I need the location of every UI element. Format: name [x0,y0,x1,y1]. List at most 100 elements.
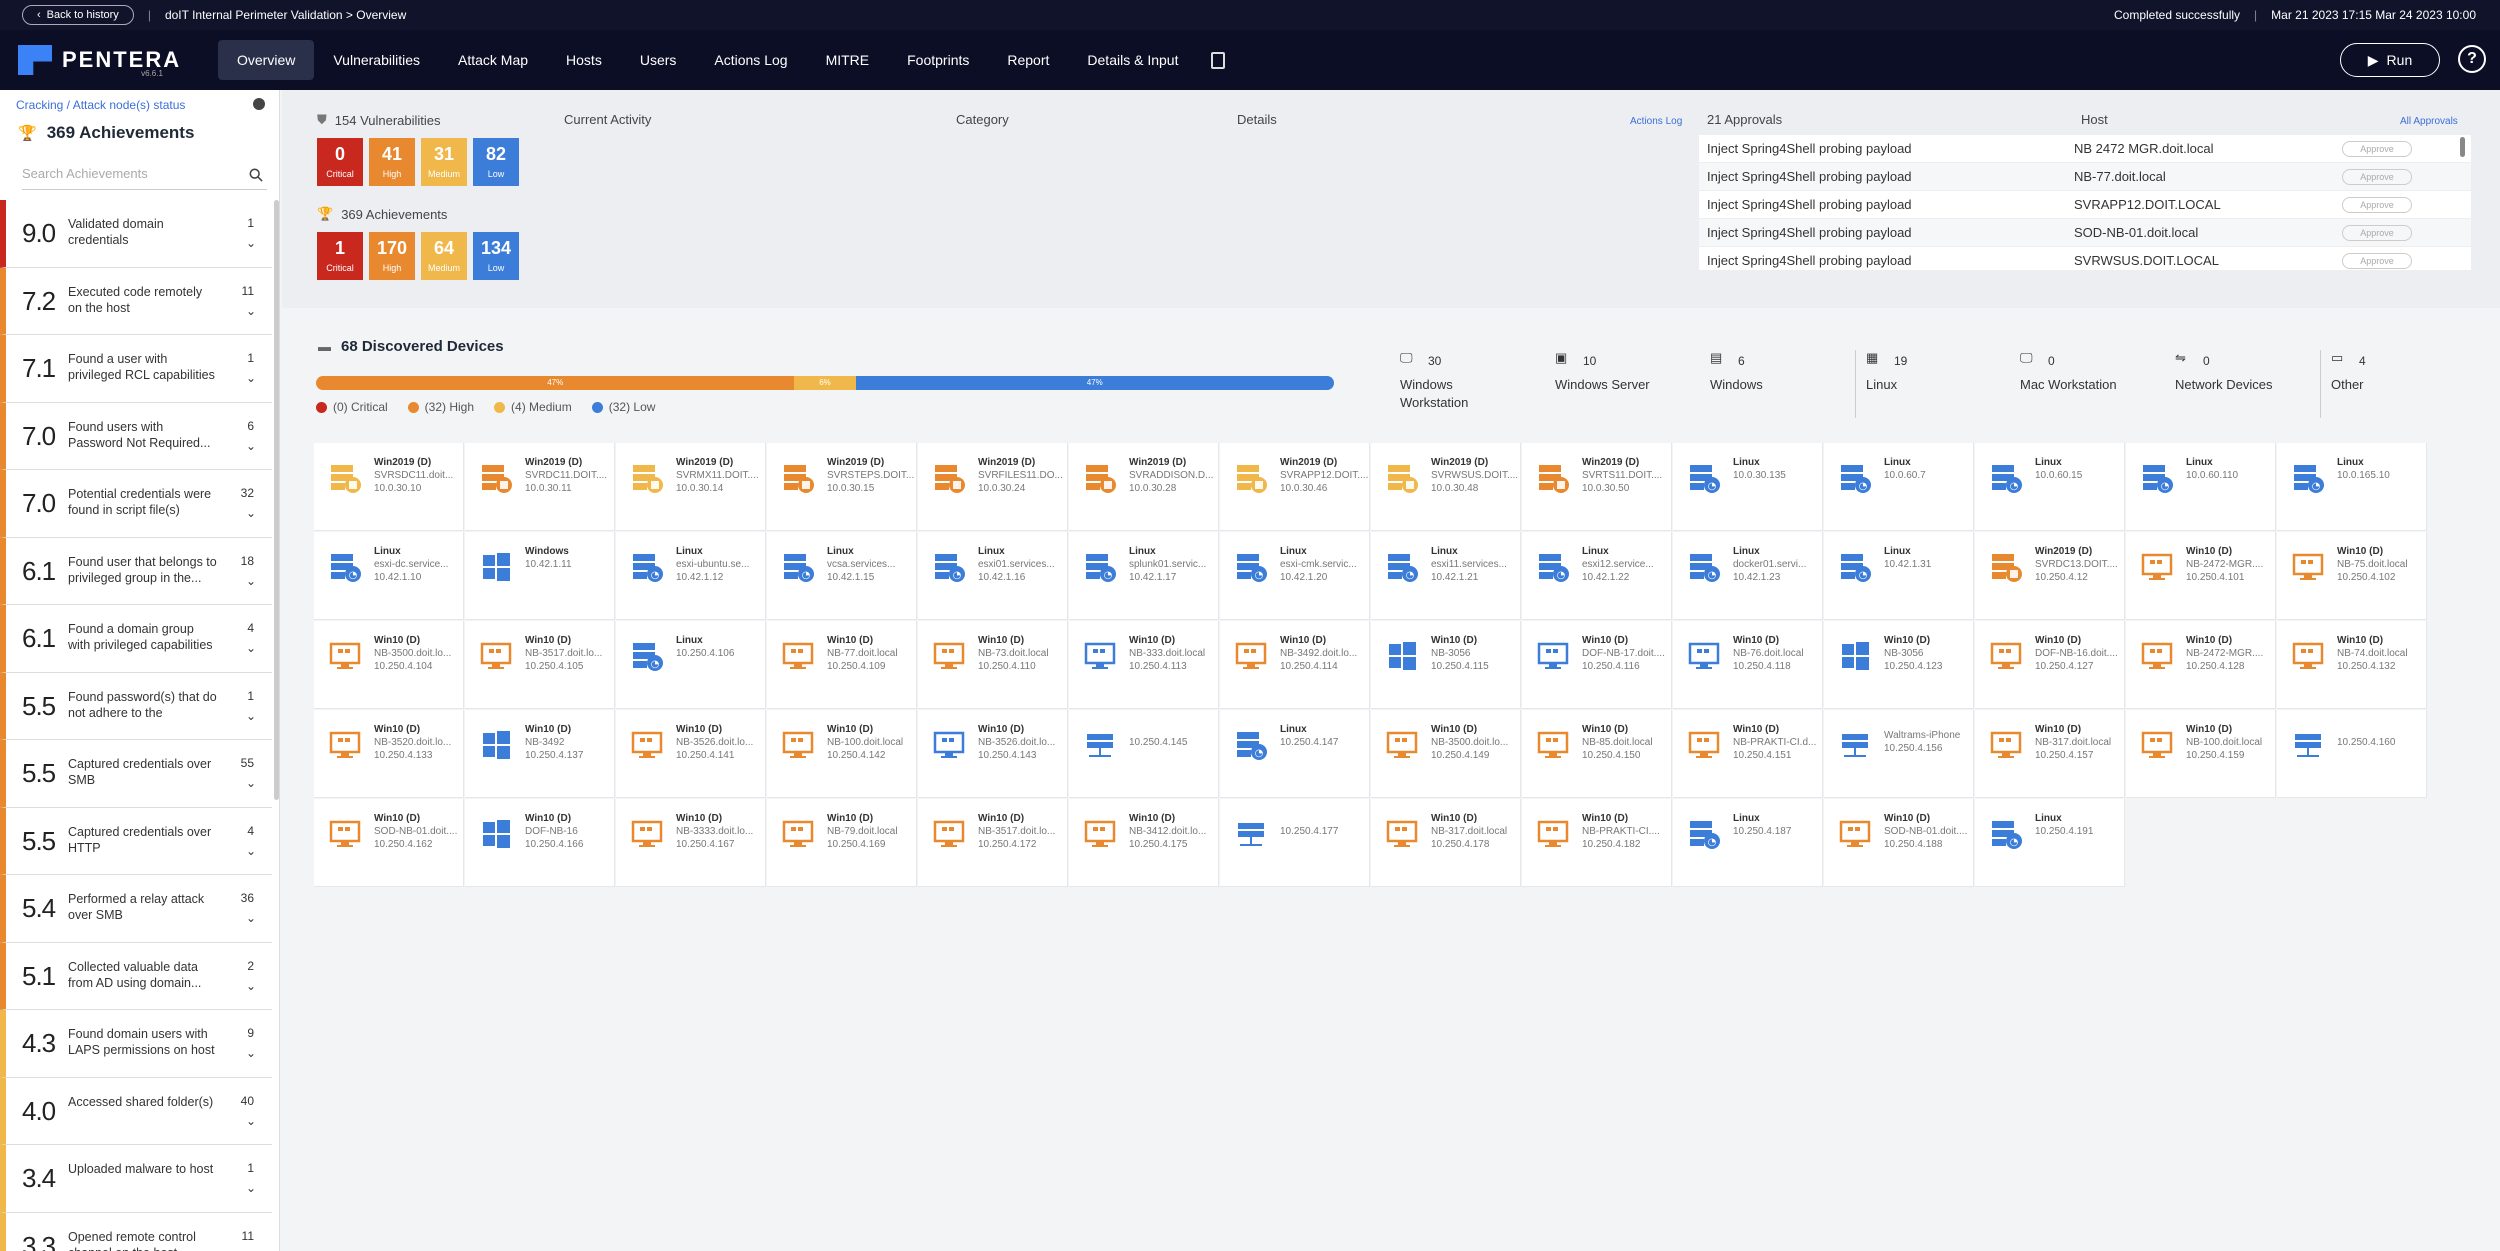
back-to-history-button[interactable]: ‹ Back to history [22,5,134,25]
chevron-down-icon[interactable]: ⌄ [246,979,256,993]
severity-box-medium[interactable]: 64 Medium [421,232,467,280]
device-tile[interactable]: Win2019 (D) SVRMX11.DOIT.... 10.0.30.14 [616,443,766,531]
device-tile[interactable]: ◔ Linux 10.0.60.15 [1975,443,2125,531]
nav-tab-hosts[interactable]: Hosts [547,40,621,80]
device-tile[interactable]: Win2019 (D) SVRADDISON.D... 10.0.30.28 [1069,443,1219,531]
device-tile[interactable]: Win10 (D) DOF-NB-17.doit.... 10.250.4.116 [1522,621,1672,709]
severity-box-high[interactable]: 41 High [369,138,415,186]
achievement-item[interactable]: 7.1 Found a user with privileged RCL capa… [0,335,272,403]
approve-button[interactable]: Approve [2342,252,2412,269]
device-tile[interactable]: Windows 10.42.1.11 [465,532,615,620]
device-category[interactable]: ▦ 19 Linux [1855,350,2010,418]
nav-tab-overview[interactable]: Overview [218,40,315,80]
achievement-item[interactable]: 3.4 Uploaded malware to host 1 ⌄ [0,1145,272,1213]
device-tile[interactable]: Win10 (D) NB-PRAKTI-CI.d... 10.250.4.151 [1673,710,1823,798]
search-achievements-input[interactable]: Search Achievements [22,166,267,190]
chevron-down-icon[interactable]: ⌄ [246,236,256,250]
device-tile[interactable]: Win10 (D) NB-317.doit.local 10.250.4.178 [1371,799,1521,887]
actions-log-link[interactable]: Actions Log [1630,116,1682,127]
nav-tab-details-input[interactable]: Details & Input [1068,40,1197,80]
document-icon[interactable] [1211,51,1226,69]
achievement-item[interactable]: 7.0 Found users with Password Not Require… [0,402,272,470]
chevron-down-icon[interactable]: ⌄ [246,506,256,520]
chevron-down-icon[interactable]: ⌄ [246,776,256,790]
device-tile[interactable]: ◔ Linux 10.0.165.10 [2277,443,2427,531]
device-tile[interactable]: Win10 (D) NB-3333.doit.lo... 10.250.4.167 [616,799,766,887]
chevron-down-icon[interactable]: ⌄ [246,911,256,925]
device-tile[interactable]: Win10 (D) SOD-NB-01.doit.... 10.250.4.188 [1824,799,1974,887]
severity-box-critical[interactable]: 0 Critical [317,138,363,186]
device-tile[interactable]: ◔ Linux esxi11.services... 10.42.1.21 [1371,532,1521,620]
device-tile[interactable]: Win10 (D) NB-85.doit.local 10.250.4.150 [1522,710,1672,798]
chevron-down-icon[interactable]: ⌄ [246,439,256,453]
severity-box-low[interactable]: 134 Low [473,232,519,280]
nav-tab-attack-map[interactable]: Attack Map [439,40,547,80]
device-tile[interactable]: Win2019 (D) SVRDC13.DOIT.... 10.250.4.12 [1975,532,2125,620]
achievement-item[interactable]: 6.1 Found a domain group with privileged … [0,605,272,673]
achievement-item[interactable]: 7.2 Executed code remotely on the host 11 ⌄ [0,267,272,335]
nav-tab-users[interactable]: Users [621,40,696,80]
device-category[interactable]: 🖵 0 Mac Workstation [2010,350,2165,418]
achievement-item[interactable]: 4.0 Accessed shared folder(s) 40 ⌄ [0,1077,272,1145]
achievement-item[interactable]: 5.5 Captured credentials over SMB 55 ⌄ [0,740,272,808]
device-tile[interactable]: ◔ Linux 10.250.4.187 [1673,799,1823,887]
device-tile[interactable]: ◔ Linux 10.250.4.147 [1220,710,1370,798]
device-tile[interactable]: ◔ Linux vcsa.services... 10.42.1.15 [767,532,917,620]
device-tile[interactable]: Win10 (D) NB-PRAKTI-CI.... 10.250.4.182 [1522,799,1672,887]
device-tile[interactable]: Waltrams-iPhone 10.250.4.156 [1824,710,1974,798]
device-tile[interactable]: 10.250.4.145 [1069,710,1219,798]
device-tile[interactable]: ◔ Linux esxi12.service... 10.42.1.22 [1522,532,1672,620]
device-tile[interactable]: Win10 (D) DOF-NB-16.doit.... 10.250.4.127 [1975,621,2125,709]
device-category[interactable]: ⇋ 0 Network Devices [2165,350,2320,418]
device-tile[interactable]: 10.250.4.177 [1220,799,1370,887]
chevron-down-icon[interactable]: ⌄ [246,844,256,858]
achievement-item[interactable]: 5.4 Performed a relay attack over SMB 36 ⌄ [0,875,272,943]
device-tile[interactable]: Win10 (D) NB-317.doit.local 10.250.4.157 [1975,710,2125,798]
approve-button[interactable]: Approve [2342,140,2412,157]
device-tile[interactable]: Win10 (D) NB-76.doit.local 10.250.4.118 [1673,621,1823,709]
device-tile[interactable]: ◔ Linux docker01.servi... 10.42.1.23 [1673,532,1823,620]
chevron-down-icon[interactable]: ⌄ [246,574,256,588]
chevron-down-icon[interactable]: ⌄ [246,641,256,655]
pentera-logo[interactable]: PENTERA v6.6.1 [18,43,218,78]
sidebar-scrollbar[interactable] [274,200,279,800]
device-tile[interactable]: Win10 (D) NB-3500.doit.lo... 10.250.4.104 [314,621,464,709]
device-tile[interactable]: Win2019 (D) SVRDC11.DOIT.... 10.0.30.11 [465,443,615,531]
chevron-down-icon[interactable]: ⌄ [246,1114,256,1128]
device-tile[interactable]: Win10 (D) NB-3517.doit.lo... 10.250.4.172 [918,799,1068,887]
device-tile[interactable]: ◔ Linux esxi-ubuntu.se... 10.42.1.12 [616,532,766,620]
device-tile[interactable]: Win10 (D) NB-3492.doit.lo... 10.250.4.114 [1220,621,1370,709]
device-tile[interactable]: Win2019 (D) SVRSDC11.doit... 10.0.30.10 [314,443,464,531]
achievement-item[interactable]: 9.0 Validated domain credentials 1 ⌄ [0,200,272,268]
device-tile[interactable]: Win10 (D) NB-3500.doit.lo... 10.250.4.149 [1371,710,1521,798]
device-tile[interactable]: Win10 (D) NB-73.doit.local 10.250.4.110 [918,621,1068,709]
device-tile[interactable]: ◔ Linux esxi-cmk.servic... 10.42.1.20 [1220,532,1370,620]
achievement-item[interactable]: 7.0 Potential credentials were found in s… [0,470,272,538]
achievement-item[interactable]: 4.3 Found domain users with LAPS permissi… [0,1010,272,1078]
device-tile[interactable]: Win10 (D) NB-74.doit.local 10.250.4.132 [2277,621,2427,709]
device-tile[interactable]: Win10 (D) DOF-NB-16 10.250.4.166 [465,799,615,887]
device-tile[interactable]: Win10 (D) NB-3056 10.250.4.115 [1371,621,1521,709]
approve-button[interactable]: Approve [2342,224,2412,241]
device-tile[interactable]: ◔ Linux 10.250.4.106 [616,621,766,709]
severity-box-critical[interactable]: 1 Critical [317,232,363,280]
device-category[interactable]: ▤ 6 Windows [1700,350,1855,418]
device-tile[interactable]: Win10 (D) SOD-NB-01.doit.... 10.250.4.162 [314,799,464,887]
device-tile[interactable]: Win2019 (D) SVRFILES11.DO... 10.0.30.24 [918,443,1068,531]
nav-tab-report[interactable]: Report [988,40,1068,80]
chevron-down-icon[interactable]: ⌄ [246,304,256,318]
achievement-item[interactable]: 3.3 Opened remote control channel on the … [0,1212,272,1251]
device-tile[interactable]: Win10 (D) NB-75.doit.local 10.250.4.102 [2277,532,2427,620]
device-tile[interactable]: 10.250.4.160 [2277,710,2427,798]
device-tile[interactable]: Win10 (D) NB-3492 10.250.4.137 [465,710,615,798]
device-tile[interactable]: ◔ Linux 10.42.1.31 [1824,532,1974,620]
device-tile[interactable]: Win10 (D) NB-100.doit.local 10.250.4.142 [767,710,917,798]
device-tile[interactable]: Win10 (D) NB-77.doit.local 10.250.4.109 [767,621,917,709]
achievement-item[interactable]: 5.1 Collected valuable data from AD using… [0,942,272,1010]
device-tile[interactable]: Win10 (D) NB-3520.doit.lo... 10.250.4.133 [314,710,464,798]
device-tile[interactable]: Win10 (D) NB-100.doit.local 10.250.4.159 [2126,710,2276,798]
device-tile[interactable]: Win2019 (D) SVRAPP12.DOIT.... 10.0.30.46 [1220,443,1370,531]
device-tile[interactable]: ◔ Linux esxi-dc.service... 10.42.1.10 [314,532,464,620]
device-tile[interactable]: Win2019 (D) SVRTS11.DOIT.... 10.0.30.50 [1522,443,1672,531]
chevron-down-icon[interactable]: ⌄ [246,709,256,723]
